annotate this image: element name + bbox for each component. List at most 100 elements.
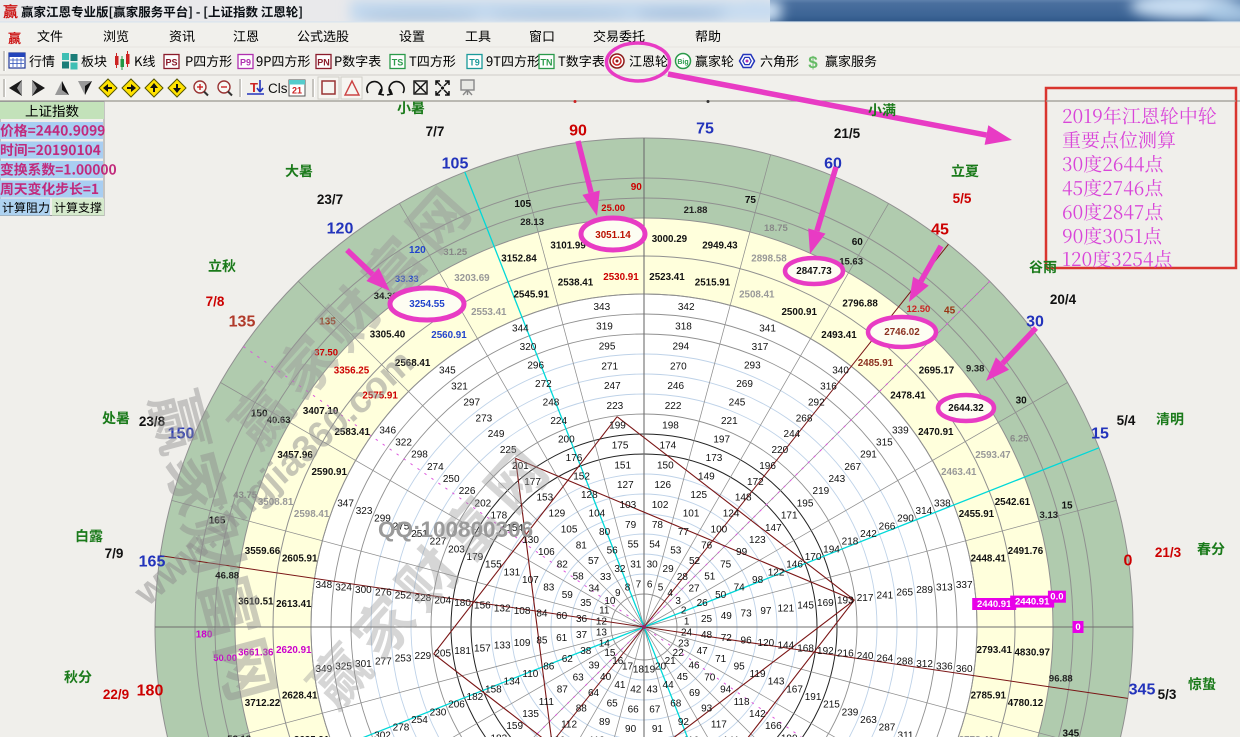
svg-text:106: 106 bbox=[538, 547, 555, 558]
svg-text:4: 4 bbox=[667, 588, 673, 599]
svg-text:80: 80 bbox=[599, 527, 611, 538]
svg-text:0: 0 bbox=[1124, 553, 1133, 570]
svg-text:23: 23 bbox=[678, 639, 690, 650]
svg-text:133: 133 bbox=[494, 641, 511, 652]
svg-text:96: 96 bbox=[741, 635, 753, 646]
svg-text:298: 298 bbox=[411, 450, 428, 461]
svg-text:38: 38 bbox=[580, 646, 592, 657]
svg-text:270: 270 bbox=[670, 361, 687, 372]
svg-text:336: 336 bbox=[936, 662, 953, 673]
svg-text:PN: PN bbox=[317, 58, 330, 68]
svg-text:294: 294 bbox=[673, 341, 690, 352]
svg-text:60: 60 bbox=[556, 611, 568, 622]
svg-text:30: 30 bbox=[647, 560, 659, 571]
svg-text:194: 194 bbox=[823, 544, 840, 555]
svg-text:5/3: 5/3 bbox=[1158, 687, 1177, 702]
svg-text:26: 26 bbox=[697, 598, 709, 609]
svg-text:265: 265 bbox=[896, 588, 913, 599]
svg-text:205: 205 bbox=[434, 649, 451, 660]
svg-text:6: 6 bbox=[647, 579, 653, 590]
svg-text:89: 89 bbox=[599, 717, 611, 728]
svg-text:2590.91: 2590.91 bbox=[311, 467, 347, 478]
svg-text:346: 346 bbox=[379, 425, 396, 436]
svg-text:0: 0 bbox=[1075, 622, 1080, 633]
svg-text:345: 345 bbox=[439, 366, 456, 377]
svg-text:54: 54 bbox=[649, 540, 661, 551]
svg-text:3305.40: 3305.40 bbox=[370, 330, 406, 341]
svg-text:120: 120 bbox=[758, 638, 775, 649]
svg-text:2695.17: 2695.17 bbox=[919, 366, 955, 377]
svg-text:324: 324 bbox=[335, 583, 352, 594]
svg-text:145: 145 bbox=[797, 601, 814, 612]
svg-text:180: 180 bbox=[137, 683, 164, 700]
svg-text:149: 149 bbox=[698, 471, 715, 482]
svg-text:7: 7 bbox=[636, 579, 642, 590]
svg-text:200: 200 bbox=[558, 435, 575, 446]
svg-text:7/8: 7/8 bbox=[206, 294, 225, 309]
svg-text:287: 287 bbox=[879, 723, 896, 734]
svg-text:7/7: 7/7 bbox=[426, 124, 445, 139]
svg-text:27: 27 bbox=[688, 584, 700, 595]
svg-text:67: 67 bbox=[649, 704, 661, 715]
svg-text:45: 45 bbox=[944, 306, 956, 317]
svg-text:199: 199 bbox=[609, 421, 626, 432]
svg-text:22/9: 22/9 bbox=[103, 687, 129, 702]
svg-text:159: 159 bbox=[506, 721, 523, 732]
svg-text:152: 152 bbox=[573, 471, 590, 482]
svg-text:345: 345 bbox=[1129, 682, 1156, 699]
svg-text:90: 90 bbox=[569, 123, 587, 140]
svg-text:121: 121 bbox=[777, 603, 794, 614]
svg-text:97: 97 bbox=[760, 606, 772, 617]
svg-text:147: 147 bbox=[765, 523, 782, 534]
svg-text:2455.91: 2455.91 bbox=[959, 509, 995, 520]
svg-text:144: 144 bbox=[777, 641, 794, 652]
svg-text:11: 11 bbox=[599, 606, 610, 617]
svg-text:3254.55: 3254.55 bbox=[409, 299, 445, 310]
svg-text:2898.58: 2898.58 bbox=[751, 254, 787, 265]
svg-text:2545.91: 2545.91 bbox=[513, 290, 549, 301]
svg-text:21/5: 21/5 bbox=[834, 126, 861, 141]
svg-text:118: 118 bbox=[734, 697, 750, 708]
svg-text:345: 345 bbox=[1063, 728, 1080, 737]
svg-text:39: 39 bbox=[588, 660, 600, 671]
svg-text:3712.22: 3712.22 bbox=[245, 698, 281, 709]
svg-text:222: 222 bbox=[665, 401, 682, 412]
svg-text:103: 103 bbox=[620, 500, 637, 511]
svg-text:245: 245 bbox=[729, 398, 746, 409]
svg-text:317: 317 bbox=[752, 342, 769, 353]
svg-text:2440.91: 2440.91 bbox=[977, 599, 1012, 610]
svg-text:175: 175 bbox=[612, 441, 629, 452]
svg-text:342: 342 bbox=[678, 302, 695, 313]
svg-text:37: 37 bbox=[576, 630, 588, 641]
svg-text:95: 95 bbox=[734, 661, 746, 672]
svg-text:153: 153 bbox=[536, 493, 553, 504]
svg-text:229: 229 bbox=[415, 651, 432, 662]
svg-text:22: 22 bbox=[673, 648, 685, 659]
svg-text:76: 76 bbox=[701, 540, 713, 551]
svg-text:50: 50 bbox=[715, 590, 727, 601]
svg-text:4830.97: 4830.97 bbox=[1014, 647, 1050, 658]
svg-text:254: 254 bbox=[411, 715, 428, 726]
svg-text:129: 129 bbox=[549, 509, 566, 520]
svg-text:171: 171 bbox=[781, 511, 798, 522]
svg-text:108: 108 bbox=[514, 606, 531, 617]
svg-text:2478.41: 2478.41 bbox=[890, 391, 926, 402]
svg-text:85: 85 bbox=[536, 635, 548, 646]
svg-text:TN: TN bbox=[541, 58, 553, 68]
svg-text:313: 313 bbox=[936, 583, 953, 594]
svg-text:220: 220 bbox=[771, 445, 788, 456]
svg-text:134: 134 bbox=[504, 677, 521, 688]
svg-text:341: 341 bbox=[759, 324, 776, 335]
svg-text:21: 21 bbox=[292, 86, 302, 96]
svg-text:124: 124 bbox=[723, 509, 740, 520]
svg-text:197: 197 bbox=[713, 435, 730, 446]
svg-text:206: 206 bbox=[448, 700, 465, 711]
svg-text:266: 266 bbox=[879, 521, 896, 532]
svg-text:337: 337 bbox=[956, 580, 973, 591]
svg-text:63: 63 bbox=[573, 673, 585, 684]
svg-text:90: 90 bbox=[625, 724, 637, 735]
svg-text:15: 15 bbox=[1061, 501, 1073, 512]
svg-text:44: 44 bbox=[663, 680, 675, 691]
svg-text:2500.91: 2500.91 bbox=[781, 307, 817, 318]
svg-text:43: 43 bbox=[647, 685, 659, 696]
